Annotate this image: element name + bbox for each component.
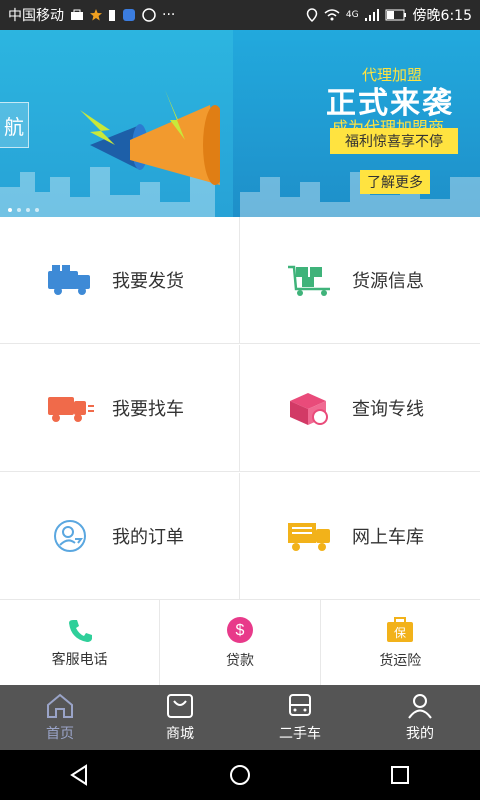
- banner-learn-more-button[interactable]: 了解更多: [360, 170, 430, 194]
- status-bar: 中国移动 ··· 4G 傍晚6:15: [0, 0, 480, 30]
- quick-item-label: 贷款: [225, 652, 254, 669]
- grid-item-label: 查询专线: [352, 399, 424, 420]
- quick-item-label: 客服电话: [51, 651, 108, 668]
- tab-home[interactable]: 首页: [0, 685, 120, 750]
- system-nav-bar: [0, 750, 480, 800]
- location-icon: [306, 8, 318, 22]
- grid-item-cargo-info[interactable]: 货源信息: [240, 217, 480, 344]
- clock-label: 傍晚6:15: [412, 8, 472, 24]
- pagination-dot: [35, 208, 39, 212]
- briefcase-icon: [71, 9, 83, 20]
- quick-item-customer-service[interactable]: 客服电话: [0, 600, 161, 685]
- home-icon: [47, 693, 73, 718]
- grid-item-online-garage[interactable]: 网上车库: [240, 473, 480, 600]
- bus-icon: [289, 693, 311, 716]
- garage-truck-icon: [282, 516, 338, 556]
- pagination-dot: [17, 208, 21, 212]
- paw-icon: [123, 9, 135, 21]
- tab-label: 我的: [406, 725, 434, 742]
- cart-goods-icon: [282, 260, 338, 300]
- truck-cargo-icon: [42, 260, 98, 300]
- tab-used-car[interactable]: 二手车: [240, 685, 360, 750]
- recents-icon[interactable]: [388, 763, 412, 787]
- package-search-icon: [282, 388, 338, 428]
- svg-text:保: 保: [394, 626, 406, 640]
- promo-banner[interactable]: 航 代理加盟 正式来袭 成为代理加盟商 福利惊喜享不停 了解更多: [0, 30, 480, 217]
- dollar-icon: $: [226, 616, 253, 643]
- megaphone-icon: [80, 90, 220, 185]
- grid-item-query-line[interactable]: 查询专线: [240, 345, 480, 472]
- user-icon: [408, 693, 432, 719]
- grid-item-label: 网上车库: [352, 527, 424, 548]
- more-notifications-icon: ···: [162, 7, 176, 23]
- svg-text:$: $: [236, 622, 245, 639]
- pagination-dot: [8, 208, 12, 212]
- insurance-bag-icon: 保: [387, 616, 414, 642]
- grid-item-label: 我要发货: [112, 271, 184, 292]
- grid-item-label: 我要找车: [112, 399, 184, 420]
- battery-icon: [385, 9, 406, 21]
- tab-label: 二手车: [279, 725, 321, 742]
- quick-item-loan[interactable]: $ 贷款: [160, 600, 321, 685]
- grid-item-send-goods[interactable]: 我要发货: [0, 217, 240, 344]
- battery-saver-icon: [109, 10, 115, 21]
- grid-item-label: 货源信息: [352, 271, 424, 292]
- quick-item-label: 货运险: [379, 652, 422, 669]
- grid-item-label: 我的订单: [112, 527, 184, 548]
- phone-icon: [68, 619, 92, 642]
- pagination-dot: [26, 208, 30, 212]
- back-icon[interactable]: [68, 763, 92, 787]
- bottom-tab-bar: 首页 商城 二手车 我的: [0, 685, 480, 750]
- shopping-bag-icon: [167, 693, 193, 718]
- main-grid: 我要发货 货源信息 我要找车 查询专线 我的订单 网上车库: [0, 217, 480, 600]
- grid-item-my-orders[interactable]: 我的订单: [0, 473, 240, 600]
- star-icon: [90, 9, 102, 21]
- quick-item-freight-insurance[interactable]: 保 货运险: [321, 600, 480, 685]
- home-circle-icon[interactable]: [228, 763, 252, 787]
- tab-mall[interactable]: 商城: [120, 685, 240, 750]
- carrier-label: 中国移动: [8, 8, 64, 24]
- tab-label: 商城: [166, 725, 194, 742]
- banner-pagination: [8, 208, 39, 212]
- tab-profile[interactable]: 我的: [360, 685, 480, 750]
- quick-actions: 客服电话 $ 贷款 保 货运险: [0, 600, 480, 685]
- grid-item-find-truck[interactable]: 我要找车: [0, 345, 240, 472]
- app-icon: [142, 8, 156, 22]
- wifi-icon: [324, 9, 340, 21]
- tab-label: 首页: [46, 725, 74, 742]
- truck-fast-icon: [42, 388, 98, 428]
- signal-icon: [364, 9, 379, 21]
- banner-welfare-tag: 福利惊喜享不停: [330, 128, 458, 154]
- network-type-label: 4G: [345, 10, 359, 20]
- user-order-icon: [42, 516, 98, 556]
- banner-nav-tag: 航: [0, 102, 29, 148]
